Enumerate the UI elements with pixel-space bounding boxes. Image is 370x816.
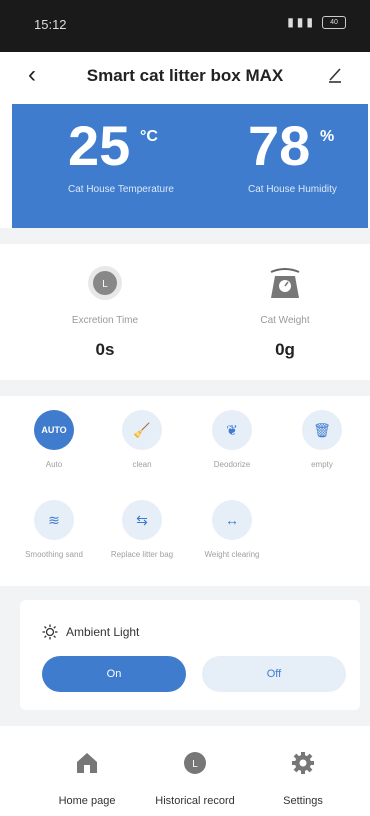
divider xyxy=(0,380,370,396)
bottom-tab-bar: Home page L Historical record Settings xyxy=(0,740,370,816)
waves-icon: ≋ xyxy=(34,500,74,540)
trash-icon: 🗑 xyxy=(302,410,342,450)
function-label: Auto xyxy=(45,460,63,469)
humidity-unit: % xyxy=(320,128,335,145)
tab-history[interactable]: L Historical record xyxy=(140,750,250,807)
humidity-block: 78 % Cat House Humidity xyxy=(248,118,337,196)
svg-text:L: L xyxy=(192,759,198,770)
temperature-unit: °C xyxy=(140,128,158,145)
function-replace-litter-bag[interactable]: ⇆ Replace litter bag xyxy=(102,500,182,560)
function-label: Replace litter bag xyxy=(110,550,174,559)
header: ‹ Smart cat litter box MAX xyxy=(0,52,370,100)
function-clean[interactable]: 🧹 clean xyxy=(102,410,182,470)
stats-section: L Excretion Time 0s Cat Weight 0g xyxy=(0,244,370,380)
function-label: Deodorize xyxy=(213,460,251,469)
functions-section: AUTO Auto 🧹 clean ❦ Deodorize 🗑 empty ≋ … xyxy=(0,396,370,586)
function-label: empty xyxy=(311,460,333,469)
sun-icon xyxy=(42,624,58,640)
clock-icon: L xyxy=(88,266,122,300)
temperature-label: Cat House Temperature xyxy=(68,184,174,195)
arrows-icon: ↔ xyxy=(212,500,252,540)
tab-history-label: Historical record xyxy=(155,795,235,807)
weight-stat: Cat Weight 0g xyxy=(210,264,360,360)
function-auto[interactable]: AUTO Auto xyxy=(14,410,94,470)
signal-icon: ▮▮▮ xyxy=(287,15,316,29)
ambient-light-card: Ambient Light On Off xyxy=(20,600,360,710)
weight-value: 0g xyxy=(275,340,295,359)
clock-icon: L xyxy=(184,752,206,774)
climate-card: 25 °C Cat House Temperature 78 % Cat Hou… xyxy=(12,104,368,228)
swap-icon: ⇆ xyxy=(122,500,162,540)
function-label: Smoothing sand xyxy=(25,550,83,559)
page-title: Smart cat litter box MAX xyxy=(86,66,284,85)
function-smoothing-sand[interactable]: ≋ Smoothing sand xyxy=(14,500,94,560)
temperature-block: 25 °C Cat House Temperature xyxy=(68,118,174,196)
broom-icon: 🧹 xyxy=(122,410,162,450)
tab-home[interactable]: Home page xyxy=(32,750,142,807)
scale-icon xyxy=(270,268,300,298)
auto-icon: AUTO xyxy=(34,410,74,450)
ambient-light-header: Ambient Light xyxy=(42,624,139,640)
tab-settings-label: Settings xyxy=(283,795,323,807)
tab-home-label: Home page xyxy=(58,795,116,807)
excretion-stat: L Excretion Time 0s xyxy=(30,264,180,360)
humidity-label: Cat House Humidity xyxy=(248,184,337,195)
function-deodorize[interactable]: ❦ Deodorize xyxy=(192,410,272,470)
svg-text:L: L xyxy=(102,279,108,290)
humidity-value: 78 xyxy=(248,114,311,177)
weight-label: Cat Weight xyxy=(260,315,310,326)
function-label: clean xyxy=(132,460,152,469)
status-bar: 15:12 ▮▮▮ 40 xyxy=(0,0,370,52)
status-icons: ▮▮▮ 40 xyxy=(287,15,346,29)
edit-icon[interactable] xyxy=(326,66,344,84)
function-weight-clearing[interactable]: ↔ Weight clearing xyxy=(192,500,272,560)
ambient-light-title: Ambient Light xyxy=(66,625,140,639)
excretion-label: Excretion Time xyxy=(71,315,139,326)
gear-icon xyxy=(292,752,314,774)
temperature-value: 25 xyxy=(68,114,131,177)
ambient-off-button[interactable]: Off xyxy=(202,656,346,692)
leaf-icon: ❦ xyxy=(212,410,252,450)
battery-icon: 40 xyxy=(322,15,346,29)
tab-settings[interactable]: Settings xyxy=(248,750,358,807)
ambient-on-button[interactable]: On xyxy=(42,656,186,692)
function-empty[interactable]: 🗑 empty xyxy=(282,410,362,470)
excretion-value: 0s xyxy=(95,340,115,359)
divider xyxy=(0,228,370,244)
status-time: 15:12 xyxy=(34,17,67,32)
function-label: Weight clearing xyxy=(204,550,260,559)
home-icon xyxy=(77,753,97,773)
